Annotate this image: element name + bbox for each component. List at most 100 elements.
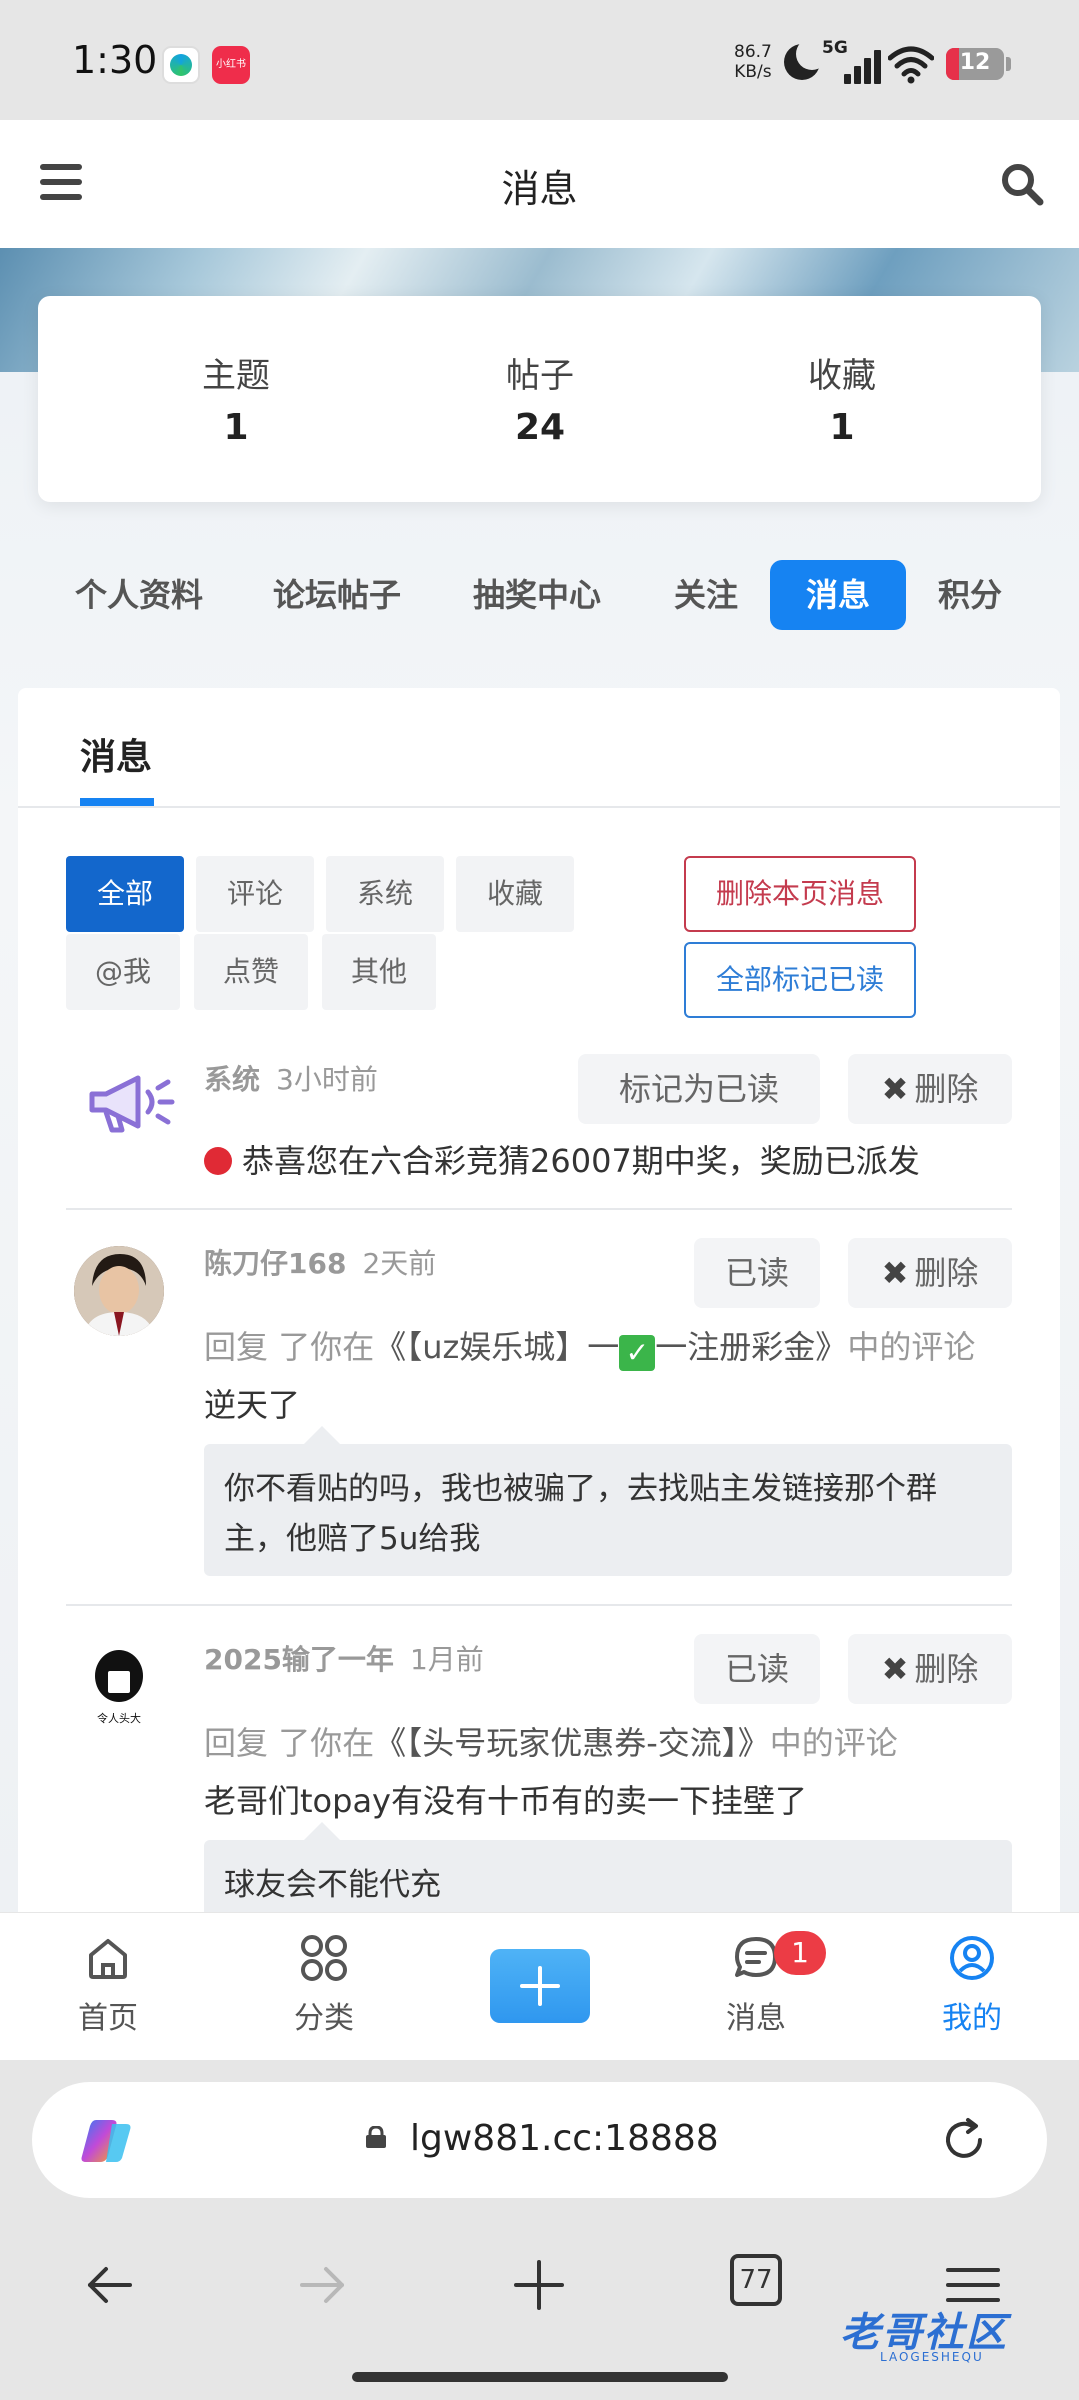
reload-icon[interactable]	[938, 2114, 990, 2166]
net-speed-value: 86.7	[734, 42, 772, 62]
nav-home[interactable]: 首页	[38, 1933, 178, 2037]
edge-app-icon	[162, 46, 200, 84]
red-circle-icon	[204, 1147, 232, 1175]
avatar-portrait	[74, 1246, 164, 1336]
messages-panel: 消息 全部 评论 系统 收藏 @我 点赞 其他 删除本页消息 全部标记已读 系统…	[18, 688, 1060, 1950]
panel-tab-indicator	[80, 798, 154, 806]
divider	[66, 1208, 1012, 1210]
do-not-disturb-icon	[784, 38, 828, 80]
message-body: 逆天了	[204, 1386, 301, 1424]
nav-label: 消息	[726, 2001, 786, 2036]
thread-link[interactable]: 《【头号玩家优惠券-交流】》	[374, 1724, 770, 1762]
message-meta: 系统 3小时前	[204, 1058, 378, 1098]
message-author[interactable]: 陈刀仔168	[204, 1247, 346, 1280]
home-icon	[89, 1939, 127, 1979]
reply-mid: 了你在	[278, 1724, 375, 1762]
quoted-comment: 你不看贴的吗，我也被骗了，去找贴主发链接那个群主，他赔了5u给我	[204, 1426, 1012, 1576]
delete-message-button[interactable]: ✖ 删除	[848, 1634, 1012, 1704]
nav-label: 我的	[942, 2001, 1002, 2036]
filter-favorites[interactable]: 收藏	[456, 856, 574, 932]
battery-level: 12	[959, 50, 991, 75]
filter-all[interactable]: 全部	[66, 856, 184, 932]
grid-icon	[301, 1935, 347, 1981]
avatar[interactable]	[74, 1246, 164, 1336]
delete-page-messages-button[interactable]: 删除本页消息	[684, 856, 916, 932]
mark-read-label: 标记为已读	[618, 1070, 779, 1108]
net-speed-unit: KB/s	[734, 62, 772, 82]
bottom-nav: 首页 分类 消息 1 我的	[0, 1912, 1079, 2060]
filter-comments[interactable]: 评论	[196, 856, 314, 932]
stat-label: 收藏	[808, 356, 876, 396]
tab-forum-posts[interactable]: 论坛帖子	[262, 560, 412, 630]
copilot-icon[interactable]	[78, 2116, 134, 2166]
read-status-button[interactable]: 已读	[694, 1634, 820, 1704]
stat-label: 帖子	[506, 356, 574, 396]
wifi-icon	[888, 46, 934, 84]
panel-tab-messages[interactable]: 消息	[80, 728, 152, 780]
chat-icon	[735, 1937, 777, 1977]
stats-card: 主题 1 帖子 24 收藏 1	[38, 296, 1041, 502]
nav-me[interactable]: 我的	[902, 1933, 1042, 2037]
mark-all-read-button[interactable]: 全部标记已读	[684, 942, 916, 1018]
delete-label: 删除	[914, 1254, 979, 1292]
create-post-button[interactable]	[490, 1949, 590, 2023]
reply-suffix: 中的评论	[847, 1328, 976, 1366]
message-author[interactable]: 2025输了一年	[204, 1643, 394, 1676]
divider	[18, 806, 1060, 808]
megaphone-icon	[89, 1075, 175, 1133]
tab-profile[interactable]: 个人资料	[64, 560, 214, 630]
battery-icon: 12	[946, 48, 1004, 80]
stat-label: 主题	[202, 356, 270, 396]
reply-suffix: 中的评论	[769, 1724, 898, 1762]
stat-topics[interactable]: 主题 1	[86, 348, 386, 448]
delete-message-button[interactable]: ✖ 删除	[848, 1054, 1012, 1124]
user-icon	[950, 1936, 994, 1980]
message-time: 3小时前	[276, 1063, 378, 1096]
tab-points[interactable]: 积分	[928, 560, 1012, 630]
battery-tip	[1006, 57, 1011, 71]
filter-likes[interactable]: 点赞	[194, 934, 308, 1010]
thread-link[interactable]: 《【uz娱乐城】一 ✓ 一注册彩金》	[374, 1328, 847, 1371]
new-tab-icon[interactable]	[504, 2250, 574, 2320]
divider	[66, 1604, 1012, 1606]
forward-icon[interactable]	[288, 2250, 358, 2320]
home-indicator[interactable]	[352, 2372, 728, 2382]
message-meta: 2025输了一年 1月前	[204, 1638, 484, 1678]
search-icon[interactable]	[1000, 162, 1044, 206]
avatar[interactable]: 令人头大	[74, 1642, 164, 1732]
tab-messages[interactable]: 消息	[770, 560, 906, 630]
read-status-button[interactable]: 已读	[694, 1238, 820, 1308]
nav-categories[interactable]: 分类	[254, 1933, 394, 2037]
avatar-sticker: 令人头大	[74, 1642, 164, 1732]
stat-favorites[interactable]: 收藏 1	[692, 348, 992, 448]
filter-other[interactable]: 其他	[322, 934, 436, 1010]
stat-posts[interactable]: 帖子 24	[390, 348, 690, 448]
tab-lottery[interactable]: 抽奖中心	[462, 560, 612, 630]
watermark-sub: LAOGESHEQU	[880, 2350, 984, 2364]
page-title: 消息	[501, 167, 578, 211]
mark-read-button[interactable]: 标记为已读	[578, 1054, 820, 1124]
message-author[interactable]: 系统	[204, 1063, 260, 1096]
app-header: 消息	[0, 120, 1079, 248]
reply-prefix: 回复	[204, 1328, 269, 1366]
url-text[interactable]: lgw881.cc:18888	[410, 2118, 719, 2159]
message-time: 1月前	[409, 1643, 484, 1676]
message-body: 老哥们topay有没有十币有的卖一下挂壁了	[204, 1782, 807, 1820]
filter-mentions[interactable]: @我	[66, 934, 180, 1010]
check-mark-icon: ✓	[619, 1335, 656, 1371]
lock-icon	[366, 2126, 386, 2148]
message-body-text: 恭喜您在六合彩竞猜26007期中奖，奖励已派发	[242, 1142, 920, 1180]
read-status-label: 已读	[724, 1254, 789, 1292]
address-bar[interactable]: lgw881.cc:18888	[32, 2082, 1047, 2198]
tab-follow[interactable]: 关注	[664, 560, 748, 630]
read-status-label: 已读	[724, 1650, 789, 1688]
reply-line: 回复 了你在《【头号玩家优惠券-交流】》中的评论	[204, 1718, 898, 1764]
filter-system[interactable]: 系统	[326, 856, 444, 932]
status-time: 1:30	[72, 38, 158, 82]
delete-message-button[interactable]: ✖ 删除	[848, 1238, 1012, 1308]
unread-badge: 1	[774, 1931, 826, 1975]
tab-count-button[interactable]: 77	[730, 2254, 782, 2306]
message-time: 2天前	[362, 1247, 437, 1280]
back-icon[interactable]	[74, 2250, 144, 2320]
reply-line: 回复 了你在《【uz娱乐城】一 ✓ 一注册彩金》中的评论	[204, 1322, 975, 1371]
